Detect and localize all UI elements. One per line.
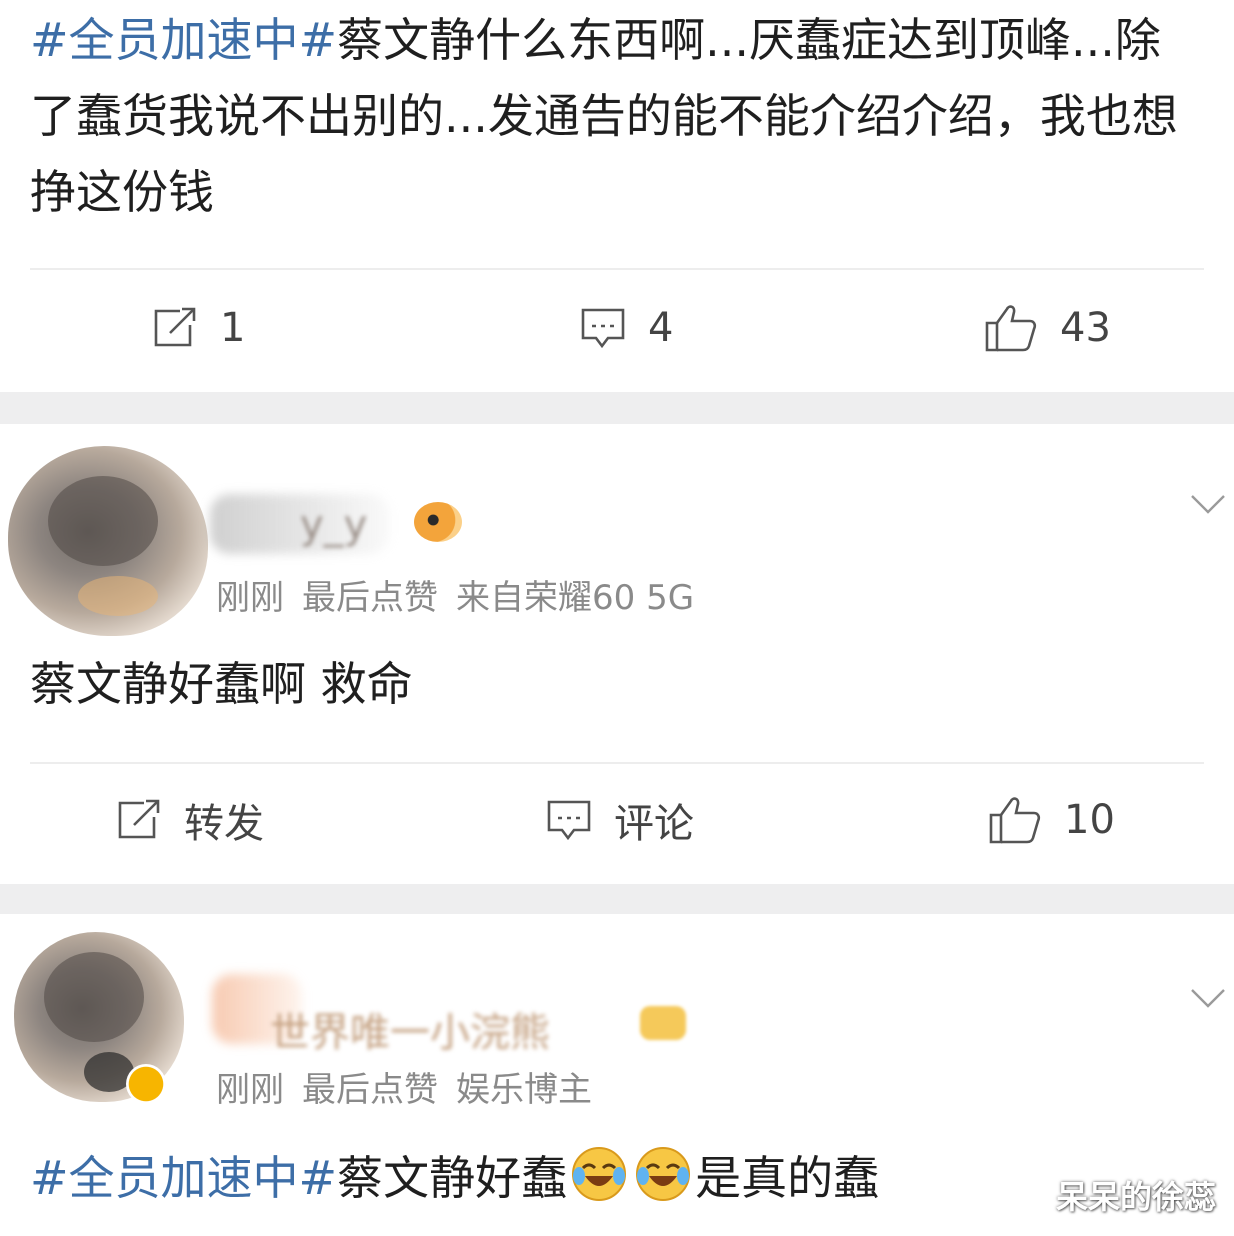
post-card-3: 世界唯一小浣熊 刚刚 最后点赞 娱乐博主 #全员加速中#蔡文静好蠢 是真的蠢 呆呆的… (0, 914, 1234, 1236)
more-button[interactable] (1188, 986, 1228, 1014)
more-button[interactable] (1188, 492, 1228, 520)
comment-icon (581, 308, 625, 349)
post-body: 蔡文静好蠢啊 救命 (30, 657, 413, 711)
like-button[interactable]: 10 (988, 780, 1115, 860)
watermark: 呆呆的徐蕊 (1055, 1178, 1216, 1216)
vip-badge-icon (640, 1006, 686, 1040)
repost-count: 1 (220, 305, 246, 351)
like-count: 10 (1064, 797, 1115, 843)
comment-button[interactable]: 4 (580, 288, 673, 368)
post-text: #全员加速中#蔡文静什么东西啊...厌蠢症达到顶峰...除了蠢货我说不出别的..… (30, 2, 1204, 230)
post-time: 刚刚 (216, 578, 284, 618)
laughing-crying-emoji-icon (572, 1147, 627, 1201)
author-role: 娱乐博主 (456, 1070, 592, 1110)
username[interactable]: y_y (300, 502, 367, 548)
like-button[interactable]: 43 (984, 288, 1111, 368)
comment-button[interactable]: 评论 (546, 780, 694, 860)
repost-icon (118, 799, 160, 839)
username[interactable]: 世界唯一小浣熊 (270, 1000, 550, 1058)
divider (30, 268, 1204, 270)
chevron-down-icon (1191, 989, 1225, 1008)
laughing-crying-emoji-icon (636, 1147, 691, 1201)
thumbs-up-icon (989, 797, 1041, 844)
avatar[interactable] (8, 446, 208, 636)
post-status: 最后点赞 (302, 1070, 438, 1110)
repost-button[interactable]: 转发 (116, 780, 264, 860)
action-bar: 转发 评论 10 (0, 780, 1234, 860)
like-count: 43 (1060, 305, 1111, 351)
post-meta: 刚刚 最后点赞 娱乐博主 (216, 1062, 610, 1111)
post-body: 蔡文静好蠢 (337, 1151, 568, 1205)
comment-icon (547, 800, 591, 841)
post-meta: 刚刚 最后点赞 来自荣耀60 5G (216, 570, 712, 619)
hashtag-link[interactable]: #全员加速中# (30, 13, 337, 67)
post-body-tail: 是真的蠢 (695, 1151, 880, 1205)
repost-button[interactable]: 1 (152, 288, 245, 368)
comment-count: 4 (648, 305, 674, 351)
post-text: 蔡文静好蠢啊 救命 (30, 646, 1204, 722)
verified-badge-icon (126, 1064, 166, 1104)
action-bar: 1 4 43 (0, 288, 1234, 368)
thumbs-up-icon (985, 305, 1037, 352)
chevron-down-icon (1191, 495, 1225, 514)
hashtag-link[interactable]: #全员加速中# (30, 1151, 337, 1205)
divider (30, 762, 1204, 764)
post-text: #全员加速中#蔡文静好蠢 是真的蠢 (30, 1140, 1204, 1216)
post-time: 刚刚 (216, 1070, 284, 1110)
post-card-2: y_y 刚刚 最后点赞 来自荣耀60 5G 蔡文静好蠢啊 救命 转发 评论 10 (0, 424, 1234, 884)
repost-label: 转发 (184, 801, 264, 847)
post-status: 最后点赞 (302, 578, 438, 618)
vip-badge-icon (414, 502, 462, 542)
post-source: 来自荣耀60 5G (456, 578, 695, 618)
comment-label: 评论 (614, 801, 694, 847)
repost-icon (154, 307, 196, 347)
post-card-1: #全员加速中#蔡文静什么东西啊...厌蠢症达到顶峰...除了蠢货我说不出别的..… (0, 0, 1234, 392)
